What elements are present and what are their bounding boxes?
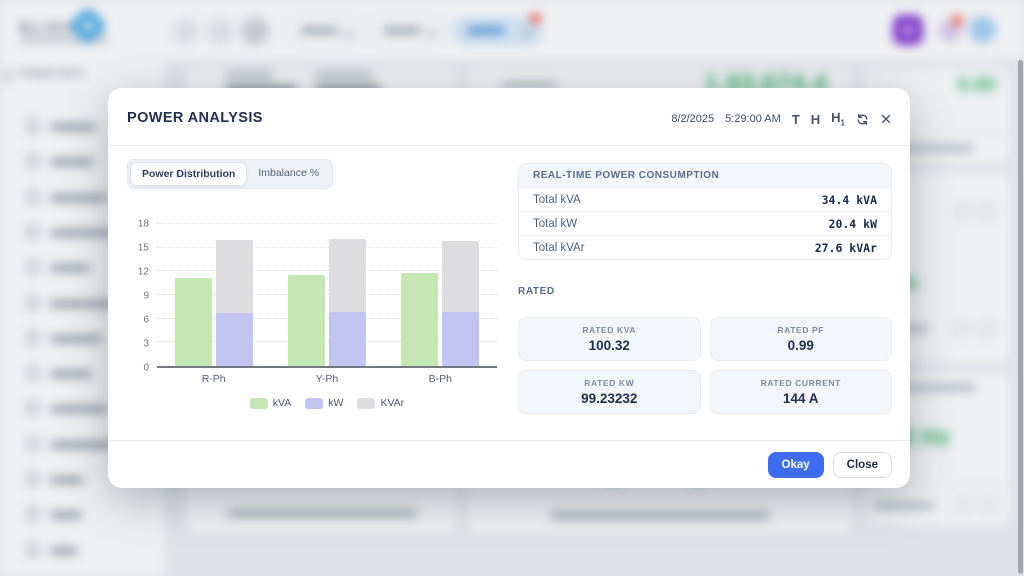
bar — [401, 224, 438, 366]
y-tick-3: 3 — [143, 339, 149, 350]
text-format-icon[interactable]: T — [792, 113, 800, 126]
row-label: Total kVA — [533, 194, 581, 206]
rated-card-label: RATED PF — [719, 325, 884, 335]
tab-imbalance[interactable]: Imbalance % — [247, 162, 330, 186]
bar-segment-KVAr-R-Ph — [216, 240, 253, 313]
y-tick-18: 18 — [138, 219, 149, 230]
legend-swatch — [357, 398, 375, 409]
modal-right-column: REAL-TIME POWER CONSUMPTION Total kVA 34… — [518, 163, 892, 414]
x-label-B-Ph: B-Ph — [400, 373, 480, 385]
legend-label: kVA — [273, 397, 291, 409]
rated-current-card: RATED CURRENT 144 A — [710, 370, 893, 414]
table-row: Total kVA 34.4 kVA — [519, 187, 891, 211]
bar — [288, 224, 325, 366]
row-value: 27.6 kVAr — [815, 241, 877, 255]
legend-swatch — [250, 398, 268, 409]
modal-body: Power Distribution Imbalance % 0 3 6 9 12 15 1… — [108, 146, 910, 440]
bar — [216, 224, 253, 366]
power-analysis-modal: POWER ANALYSIS 8/2/2025 5:29:00 AM T H H… — [108, 88, 910, 488]
row-label: Total kW — [533, 218, 577, 230]
rated-kva-card: RATED KVA 100.32 — [518, 317, 701, 361]
y-tick-9: 9 — [143, 291, 149, 302]
y-tick-15: 15 — [138, 243, 149, 254]
legend-item-kW: kW — [305, 397, 343, 409]
refresh-icon[interactable] — [856, 113, 869, 126]
rated-pf-card: RATED PF 0.99 — [710, 317, 893, 361]
chart-x-axis: R-Ph Y-Ph B-Ph — [157, 373, 497, 385]
bar-group-Y-Ph — [288, 224, 366, 366]
legend-item-KVAr: KVAr — [357, 397, 404, 409]
modal-footer: Okay Close — [108, 440, 910, 488]
modal-header: POWER ANALYSIS 8/2/2025 5:29:00 AM T H H… — [108, 88, 910, 145]
tab-power-distribution[interactable]: Power Distribution — [130, 162, 247, 186]
hour1-icon[interactable]: H1 — [831, 111, 845, 128]
realtime-panel: REAL-TIME POWER CONSUMPTION Total kVA 34… — [518, 163, 892, 260]
table-row: Total kW 20.4 kW — [519, 211, 891, 235]
rated-card-label: RATED KW — [527, 378, 692, 388]
rated-section-header: RATED — [518, 286, 892, 297]
chart-plot-area — [157, 224, 497, 368]
row-label: Total kVAr — [533, 242, 585, 254]
table-row: Total kVAr 27.6 kVAr — [519, 235, 891, 259]
row-value: 20.4 kW — [829, 217, 877, 231]
rated-card-label: RATED KVA — [527, 325, 692, 335]
close-button[interactable]: Close — [833, 452, 892, 478]
bar-segment-kVA-Y-Ph — [288, 275, 325, 366]
bar-segment-kW-B-Ph — [442, 312, 479, 366]
chart-legend: kVA kW KVAr — [157, 397, 497, 409]
okay-button[interactable]: Okay — [768, 452, 824, 478]
realtime-panel-header: REAL-TIME POWER CONSUMPTION — [519, 164, 891, 187]
chart-y-axis: 0369121518 — [127, 224, 153, 368]
legend-label: kW — [328, 397, 343, 409]
rated-cards-grid: RATED KVA 100.32 RATED PF 0.99 RATED KW … — [518, 317, 892, 414]
screen: ELIXIR Collapse Menu — [0, 0, 1024, 576]
rated-card-label: RATED CURRENT — [719, 378, 884, 388]
bar-group-B-Ph — [401, 224, 479, 366]
chart-tabs: Power Distribution Imbalance % — [127, 159, 333, 189]
legend-swatch — [305, 398, 323, 409]
row-value: 34.4 kVA — [822, 193, 877, 207]
modal-title: POWER ANALYSIS — [127, 110, 263, 126]
legend-item-kVA: kVA — [250, 397, 291, 409]
bar-segment-kVA-R-Ph — [175, 278, 212, 366]
legend-label: KVAr — [380, 397, 404, 409]
x-label-Y-Ph: Y-Ph — [287, 373, 367, 385]
rated-card-value: 99.23232 — [527, 391, 692, 406]
modal-date: 8/2/2025 — [671, 113, 714, 125]
close-icon[interactable] — [880, 113, 892, 125]
power-distribution-chart: 0369121518 R-PhY-PhB-Ph kVAkWKVAr — [127, 224, 499, 409]
rated-card-value: 0.99 — [719, 338, 884, 353]
bar-segment-kW-R-Ph — [216, 313, 253, 366]
bar-segment-kW-Y-Ph — [329, 312, 366, 366]
bar — [329, 224, 366, 366]
bar-segment-KVAr-B-Ph — [442, 241, 479, 312]
bar-segment-KVAr-Y-Ph — [329, 239, 366, 312]
y-tick-12: 12 — [138, 267, 149, 278]
bar-group-R-Ph — [175, 224, 253, 366]
bar — [175, 224, 212, 366]
y-tick-0: 0 — [143, 363, 149, 374]
x-label-R-Ph: R-Ph — [174, 373, 254, 385]
bar — [442, 224, 479, 366]
y-tick-6: 6 — [143, 315, 149, 326]
rated-card-value: 100.32 — [527, 338, 692, 353]
hour-icon[interactable]: H — [811, 113, 820, 126]
rated-kw-card: RATED KW 99.23232 — [518, 370, 701, 414]
modal-time: 5:29:00 AM — [725, 113, 781, 125]
bar-segment-kVA-B-Ph — [401, 273, 438, 366]
rated-card-value: 144 A — [719, 391, 884, 406]
